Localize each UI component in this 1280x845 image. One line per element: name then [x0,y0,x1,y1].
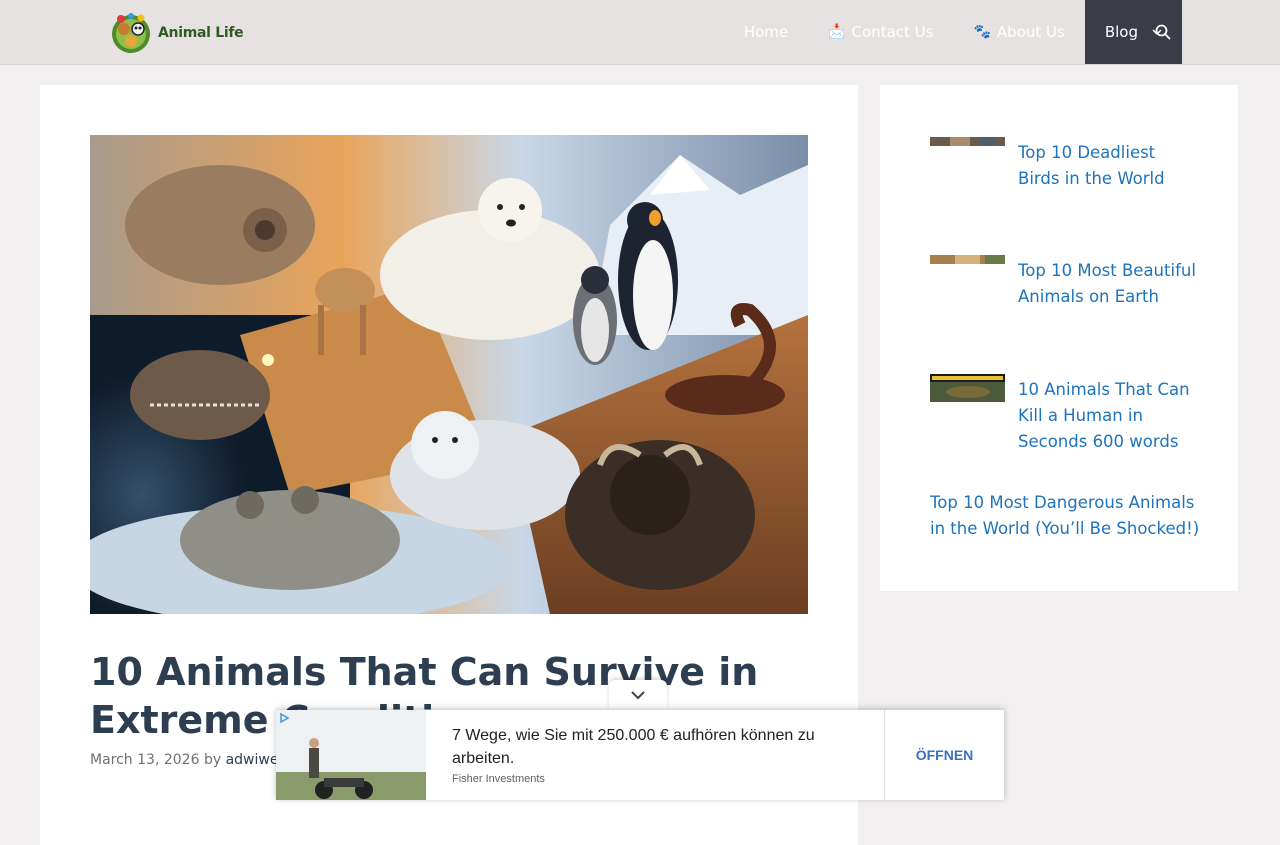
ad-banner[interactable]: 7 Wege, wie Sie mit 250.000 € aufhören k… [276,710,1004,800]
main-nav: Home 📩 Contact Us 🐾 About Us Blog [724,0,1182,64]
sidebar-post: Top 10 Deadliest Birds in the World [930,137,1198,192]
chevron-down-icon [631,691,645,700]
site-header: Animal Life Home 📩 Contact Us 🐾 About Us… [0,0,1280,65]
logo-text: Animal Life [158,25,244,41]
logo-badge-icon [112,13,150,53]
post-title-link[interactable]: 10 Animals That Can Kill a Human in Seco… [1018,377,1198,455]
ad-headline[interactable]: 7 Wege, wie Sie mit 250.000 € aufhören k… [452,724,852,770]
nav-about-label: About Us [996,23,1065,41]
post-title-link[interactable]: Top 10 Most Beautiful Animals on Earth [1018,258,1198,310]
sidebar-post: 10 Animals That Can Kill a Human in Seco… [930,374,1198,455]
sidebar-post: Top 10 Most Beautiful Animals on Earth [930,255,1198,310]
featured-image-illustration [90,135,808,614]
nav-about-us[interactable]: 🐾 About Us [953,0,1084,64]
nav-home-label: Home [743,23,789,41]
article-date: March 13, 2026 [90,752,200,768]
nav-blog-label: Blog [1104,23,1138,41]
ad-image-illustration [276,710,426,800]
ad-source: Fisher Investments [452,773,545,785]
post-title-link[interactable]: Top 10 Deadliest Birds in the World [1018,140,1198,192]
paw-prints-icon: 🐾 [973,24,991,40]
article-meta: March 13, 2026 by adwiwed [90,752,287,768]
ad-image[interactable] [276,710,426,800]
post-thumbnail[interactable] [930,137,1005,146]
post-thumbnail[interactable] [930,374,1005,402]
ad-collapse-toggle[interactable] [609,680,667,710]
featured-image[interactable] [90,135,808,614]
envelope-icon: 📩 [828,24,846,40]
site-logo[interactable]: Animal Life [108,10,244,56]
search-button[interactable] [1135,0,1190,64]
nav-home[interactable]: Home [724,0,808,64]
nav-contact-us[interactable]: 📩 Contact Us [808,0,953,64]
post-thumbnail[interactable] [930,255,1005,264]
post-title-link[interactable]: Top 10 Most Dangerous Animals in the Wor… [930,490,1200,542]
search-icon [1155,24,1170,40]
article-by: by [203,752,222,768]
ad-open-button[interactable]: ÖFFNEN [885,710,1004,800]
sidebar: Top 10 Deadliest Birds in the World Top … [880,85,1238,591]
ad-choices-icon[interactable] [278,712,290,724]
nav-contact-label: Contact Us [851,23,934,41]
